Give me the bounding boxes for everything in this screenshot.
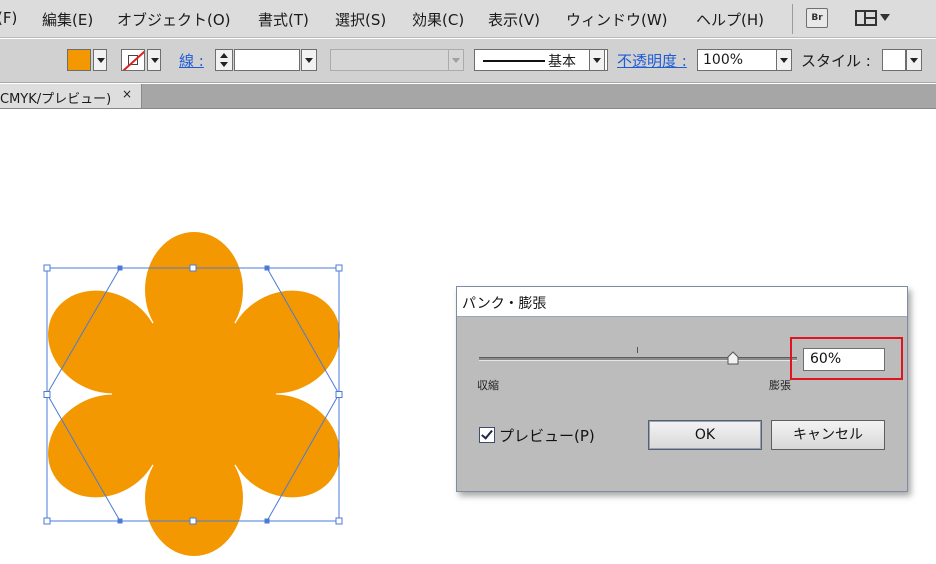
menu-window[interactable]: ウィンドウ(W) <box>566 9 668 30</box>
document-tab-label: CMYK/プレビュー) <box>0 92 112 107</box>
close-icon[interactable]: × <box>122 87 132 101</box>
slider-max-label: 膨張 <box>769 379 791 392</box>
fill-color-swatch[interactable] <box>67 49 91 71</box>
style-label: スタイル : <box>801 52 871 70</box>
menu-effect[interactable]: 効果(C) <box>412 9 464 30</box>
stroke-color-swatch[interactable] <box>121 49 145 71</box>
anchor-point[interactable] <box>117 265 123 271</box>
document-tab[interactable]: CMYK/プレビュー) × <box>0 84 142 108</box>
value-highlight-frame <box>790 337 903 380</box>
preview-label[interactable]: プレビュー(P) <box>499 425 595 446</box>
preview-checkbox[interactable] <box>479 427 495 443</box>
brush-definition-select[interactable]: 基本 <box>474 49 608 71</box>
workspace-switcher-button[interactable] <box>855 8 897 28</box>
stroke-line-preview <box>483 60 545 62</box>
flower-petal <box>145 440 243 556</box>
arrow-down-icon <box>220 62 228 67</box>
variable-width-profile-select <box>330 49 464 71</box>
opacity-link[interactable]: 不透明度 : <box>617 50 687 71</box>
opacity-input[interactable]: 100% <box>697 49 777 71</box>
anchor-point[interactable] <box>264 518 270 524</box>
chevron-down-icon <box>880 14 890 21</box>
dialog-title: パンク・膨張 <box>462 296 547 312</box>
bounding-box-handle[interactable] <box>189 517 197 525</box>
workspace-layout-icon <box>855 10 877 26</box>
menu-edit[interactable]: 編集(E) <box>42 9 93 30</box>
anchor-point[interactable] <box>117 518 123 524</box>
stroke-weight-link[interactable]: 線 : <box>179 50 204 71</box>
variable-width-dropdown <box>448 49 464 71</box>
chevron-down-icon <box>97 58 105 63</box>
bounding-box-handle[interactable] <box>335 391 343 398</box>
menu-bar: (F) 編集(E) オブジェクト(O) 書式(T) 選択(S) 効果(C) 表示… <box>0 0 936 38</box>
chevron-down-icon <box>593 58 601 63</box>
bounding-box-handle[interactable] <box>43 264 51 272</box>
menu-separator <box>792 4 793 34</box>
menu-view[interactable]: 表示(V) <box>488 9 540 30</box>
checkmark-icon <box>481 427 493 440</box>
bounding-box-handle[interactable] <box>43 391 51 398</box>
menu-object[interactable]: オブジェクト(O) <box>117 9 231 30</box>
ok-button[interactable]: OK <box>648 420 762 450</box>
menu-file[interactable]: (F) <box>0 9 17 27</box>
stroke-weight-input[interactable] <box>234 49 300 71</box>
control-bar: 線 : 基本 不透明度 : 100% スタイル : <box>0 39 936 83</box>
flower-shape[interactable] <box>29 232 359 556</box>
flower-petal <box>145 232 243 348</box>
bounding-box-handle[interactable] <box>189 264 197 272</box>
chevron-down-icon <box>780 58 788 63</box>
bounding-box-handle[interactable] <box>43 517 51 525</box>
bounding-box-handle[interactable] <box>335 517 343 525</box>
chevron-down-icon <box>910 58 918 63</box>
none-slash-icon <box>122 50 144 70</box>
slider-thumb[interactable] <box>727 351 739 365</box>
stroke-dropdown-button[interactable] <box>147 49 161 71</box>
dialog-titlebar[interactable]: パンク・膨張 <box>457 287 907 317</box>
brush-definition-value: 基本 <box>548 54 576 70</box>
style-swatch[interactable] <box>882 49 906 71</box>
chevron-down-icon <box>305 58 313 63</box>
opacity-dropdown[interactable] <box>776 49 792 71</box>
brush-dropdown[interactable] <box>589 49 605 71</box>
slider-min-label: 収縮 <box>477 379 499 392</box>
arrow-up-icon <box>220 53 228 58</box>
document-tab-bar: CMYK/プレビュー) × <box>0 84 936 108</box>
chevron-down-icon <box>151 58 159 63</box>
menu-help[interactable]: ヘルプ(H) <box>696 9 764 30</box>
stroke-weight-dropdown[interactable] <box>301 49 317 71</box>
menu-type[interactable]: 書式(T) <box>258 9 309 30</box>
bounding-box-handle[interactable] <box>335 264 343 272</box>
style-dropdown[interactable] <box>906 49 922 71</box>
bridge-button[interactable]: Br <box>806 8 828 28</box>
anchor-point[interactable] <box>264 265 270 271</box>
chevron-down-icon <box>452 58 460 63</box>
pucker-bloat-slider[interactable] <box>479 357 797 361</box>
slider-center-tick <box>637 347 638 353</box>
menu-select[interactable]: 選択(S) <box>335 9 386 30</box>
cancel-button[interactable]: キャンセル <box>771 420 885 450</box>
pucker-bloat-dialog: パンク・膨張 収縮 膨張 60% プレビュー(P) OK キャンセル <box>456 286 908 492</box>
stroke-weight-stepper[interactable] <box>215 49 233 71</box>
fill-dropdown-button[interactable] <box>93 49 107 71</box>
